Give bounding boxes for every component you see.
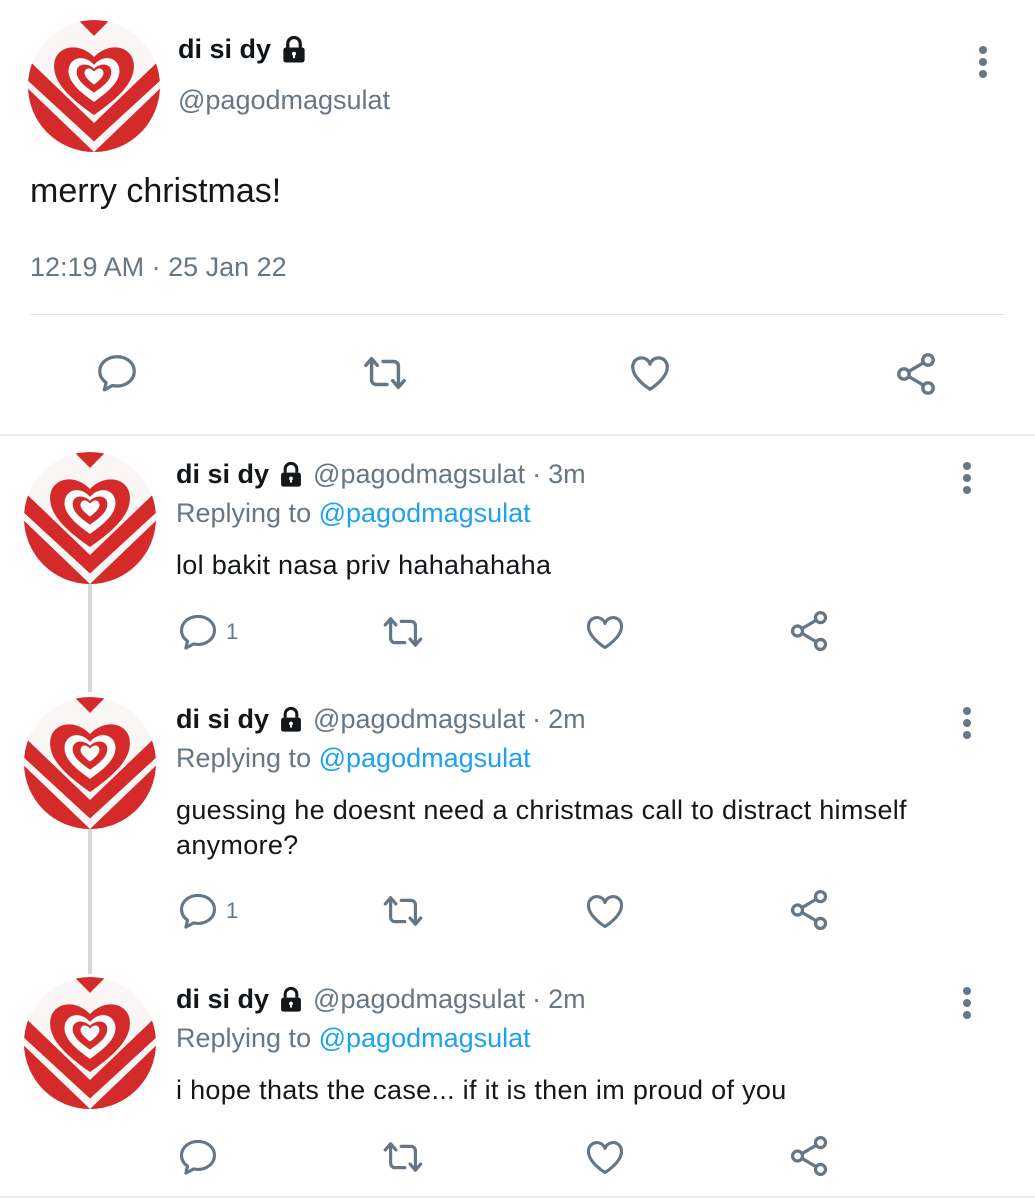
share-icon bbox=[790, 610, 828, 652]
user-handle[interactable]: @pagodmagsulat bbox=[313, 704, 525, 735]
replying-to-mention[interactable]: @pagodmagsulat bbox=[319, 498, 531, 528]
retweet-button[interactable] bbox=[380, 889, 426, 933]
section-divider bbox=[0, 434, 1035, 436]
retweet-icon bbox=[364, 356, 406, 390]
heart-avatar-icon bbox=[24, 977, 156, 1109]
display-name[interactable]: di si dy bbox=[176, 984, 269, 1015]
retweet-icon bbox=[383, 617, 423, 647]
heart-outline-icon bbox=[631, 356, 669, 391]
more-options-button[interactable] bbox=[968, 44, 998, 84]
share-button[interactable] bbox=[786, 608, 832, 654]
separator: · bbox=[532, 704, 542, 734]
more-options-button[interactable] bbox=[952, 985, 982, 1025]
user-handle[interactable]: @pagodmagsulat bbox=[178, 85, 390, 116]
replying-to: Replying to @pagodmagsulat bbox=[176, 1023, 531, 1054]
share-button[interactable] bbox=[786, 887, 832, 933]
more-options-button[interactable] bbox=[952, 705, 982, 745]
reply-bubble-icon bbox=[179, 893, 217, 929]
heart-outline-icon bbox=[586, 894, 624, 929]
heart-avatar-icon bbox=[24, 697, 156, 829]
timestamp[interactable]: 2m bbox=[548, 984, 586, 1015]
display-name[interactable]: di si dy bbox=[176, 459, 269, 490]
lock-icon bbox=[281, 461, 301, 487]
more-vertical-icon bbox=[963, 707, 971, 739]
reply-button[interactable] bbox=[176, 1135, 226, 1179]
replying-to-mention[interactable]: @pagodmagsulat bbox=[319, 1023, 531, 1053]
heart-avatar-icon bbox=[28, 20, 160, 152]
replying-to-prefix: Replying to bbox=[176, 1023, 312, 1053]
heart-avatar-icon bbox=[24, 452, 156, 584]
reply-header: di si dy @pagodmagsulat · 3m bbox=[176, 459, 586, 490]
avatar[interactable] bbox=[24, 452, 156, 584]
reply-button[interactable] bbox=[94, 350, 140, 396]
bottom-divider bbox=[0, 1196, 1035, 1198]
like-button[interactable] bbox=[626, 350, 674, 396]
separator: · bbox=[532, 459, 542, 489]
user-handle[interactable]: @pagodmagsulat bbox=[313, 459, 525, 490]
share-button[interactable] bbox=[786, 1133, 832, 1179]
lock-icon bbox=[283, 35, 305, 62]
reply-header: di si dy @pagodmagsulat · 2m bbox=[176, 984, 586, 1015]
heart-outline-icon bbox=[586, 1140, 624, 1175]
thread-line bbox=[88, 828, 92, 974]
timestamp[interactable]: 2m bbox=[548, 704, 586, 735]
retweet-button[interactable] bbox=[360, 350, 410, 396]
thread-line bbox=[88, 584, 92, 692]
reply-text: i hope thats the case... if it is then i… bbox=[176, 1075, 787, 1105]
avatar[interactable] bbox=[28, 20, 160, 152]
tweet-text: merry christmas! bbox=[30, 172, 282, 210]
retweet-button[interactable] bbox=[380, 610, 426, 654]
reply-header: di si dy @pagodmagsulat · 2m bbox=[176, 704, 586, 735]
reply-count: 1 bbox=[226, 898, 239, 923]
share-icon bbox=[897, 353, 935, 395]
more-options-button[interactable] bbox=[952, 460, 982, 500]
lock-icon bbox=[281, 706, 301, 732]
replying-to: Replying to @pagodmagsulat bbox=[176, 498, 531, 529]
share-icon bbox=[790, 1135, 828, 1177]
timestamp[interactable]: 3m bbox=[548, 459, 586, 490]
reply-button[interactable]: 1 bbox=[176, 889, 238, 933]
reply-bubble-icon bbox=[98, 355, 136, 392]
replying-to-mention[interactable]: @pagodmagsulat bbox=[319, 743, 531, 773]
reply-text: guessing he doesnt need a christmas call… bbox=[176, 795, 907, 860]
replying-to-prefix: Replying to bbox=[176, 498, 312, 528]
more-vertical-icon bbox=[963, 987, 971, 1019]
share-button[interactable] bbox=[892, 350, 940, 398]
user-handle[interactable]: @pagodmagsulat bbox=[313, 984, 525, 1015]
more-vertical-icon bbox=[979, 46, 987, 78]
divider bbox=[30, 314, 1005, 315]
retweet-icon bbox=[383, 1142, 423, 1172]
display-name[interactable]: di si dy bbox=[178, 34, 309, 65]
replying-to-prefix: Replying to bbox=[176, 743, 312, 773]
display-name-text: di si dy bbox=[178, 34, 272, 64]
like-button[interactable] bbox=[582, 610, 628, 654]
reply-button[interactable]: 1 bbox=[176, 610, 238, 654]
separator: · bbox=[532, 984, 542, 1014]
reply-text: lol bakit nasa priv hahahahaha bbox=[176, 550, 552, 580]
tweet-timestamp[interactable]: 12:19 AM · 25 Jan 22 bbox=[30, 252, 287, 283]
retweet-icon bbox=[383, 896, 423, 926]
more-vertical-icon bbox=[963, 462, 971, 494]
share-icon bbox=[790, 889, 828, 931]
lock-icon bbox=[281, 986, 301, 1012]
like-button[interactable] bbox=[582, 1135, 628, 1179]
reply-bubble-icon bbox=[179, 1139, 217, 1175]
heart-outline-icon bbox=[586, 615, 624, 650]
reply-bubble-icon bbox=[179, 614, 217, 650]
avatar[interactable] bbox=[24, 977, 156, 1109]
display-name[interactable]: di si dy bbox=[176, 704, 269, 735]
reply-count: 1 bbox=[226, 619, 239, 644]
like-button[interactable] bbox=[582, 889, 628, 933]
avatar[interactable] bbox=[24, 697, 156, 829]
replying-to: Replying to @pagodmagsulat bbox=[176, 743, 531, 774]
retweet-button[interactable] bbox=[380, 1135, 426, 1179]
